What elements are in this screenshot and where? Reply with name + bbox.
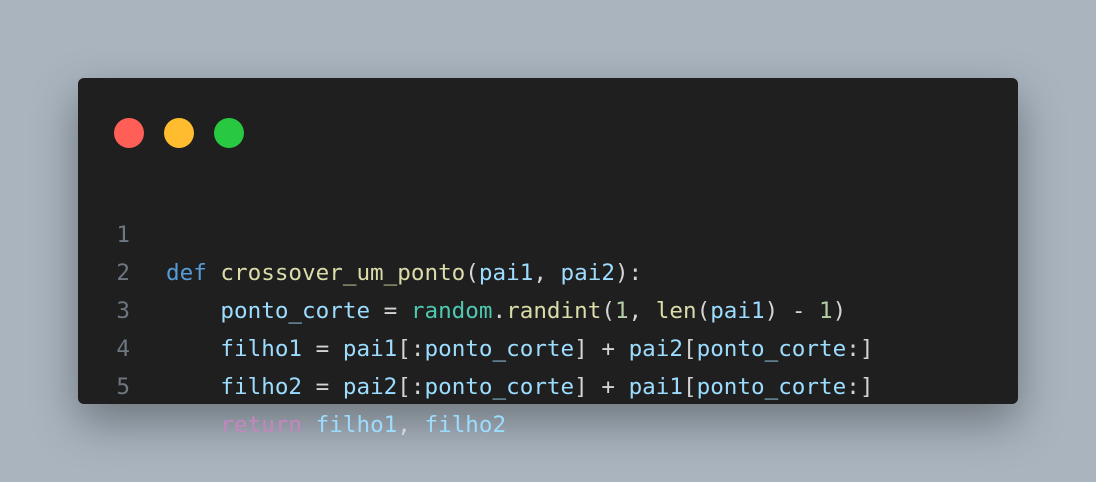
punctuation-token: :]: [846, 374, 874, 400]
keyword-token: return: [220, 412, 303, 438]
code-block: 1 def crossover_um_ponto(pai1, pai2): 2 …: [78, 178, 1018, 438]
operator-token: =: [302, 374, 343, 400]
code-line-3: 3 filho1 = pai1[:ponto_corte] + pai2[pon…: [78, 254, 1018, 362]
variable-token: filho2: [424, 412, 507, 438]
code-window: 1 def crossover_um_ponto(pai1, pai2): 2 …: [78, 78, 1018, 438]
code-text: return filho1, filho2: [166, 406, 506, 444]
close-dot-icon[interactable]: [114, 118, 144, 148]
punctuation-token: [:: [397, 374, 425, 400]
code-line-4: 4 filho2 = pai2[:ponto_corte] + pai1[pon…: [78, 292, 1018, 400]
code-line-2: 2 ponto_corte = random.randint(1, len(pa…: [78, 216, 1018, 324]
punctuation-token: [: [682, 374, 697, 400]
variable-token: pai1: [628, 374, 683, 400]
code-line-5: 5 return filho1, filho2: [78, 330, 1018, 438]
variable-token: filho2: [220, 374, 303, 400]
variable-token: ponto_corte: [424, 374, 575, 400]
line-number: 5: [116, 374, 130, 400]
minimize-dot-icon[interactable]: [164, 118, 194, 148]
indent-token: [166, 412, 220, 438]
code-text: filho2 = pai2[:ponto_corte] + pai1[ponto…: [166, 368, 873, 406]
punctuation-token: ,: [397, 412, 425, 438]
variable-token: ponto_corte: [696, 374, 847, 400]
variable-token: filho1: [315, 412, 398, 438]
code-line-1: 1 def crossover_um_ponto(pai1, pai2):: [78, 178, 1018, 286]
operator-token: ] +: [574, 374, 629, 400]
maximize-dot-icon[interactable]: [214, 118, 244, 148]
indent-token: [166, 374, 220, 400]
variable-token: pai2: [342, 374, 398, 400]
